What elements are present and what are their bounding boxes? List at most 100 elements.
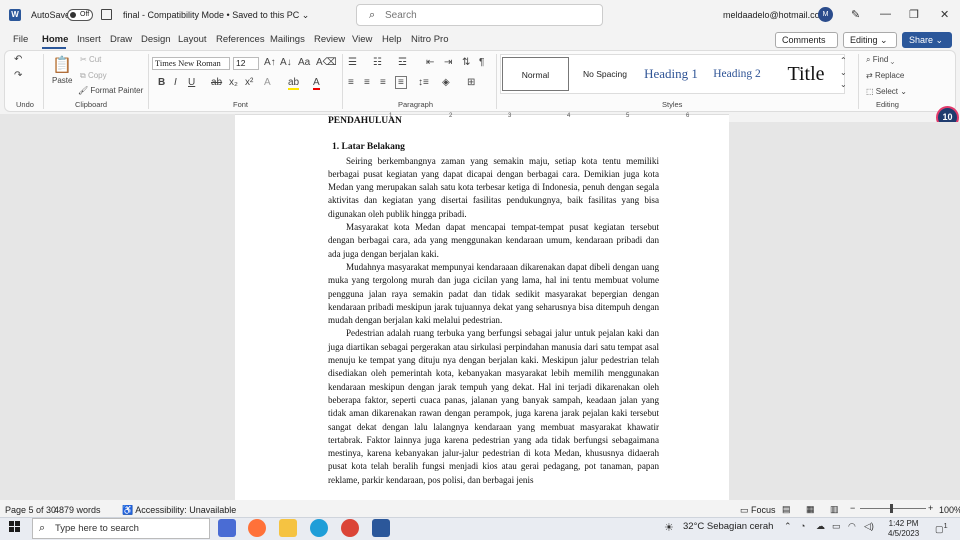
multilevel-list-icon[interactable]: ☲	[398, 57, 407, 68]
taskbar-search[interactable]: ⌕ Type here to search	[32, 518, 210, 539]
font-name-select[interactable]: Times New Roman	[152, 57, 230, 70]
volume-icon[interactable]: ◁)	[864, 521, 874, 532]
italic-icon[interactable]: I	[174, 77, 177, 88]
zoom-in-icon[interactable]: +	[928, 503, 933, 513]
styles-scroll-up-icon[interactable]: ⌃	[840, 56, 847, 65]
increase-indent-icon[interactable]: ⇥	[444, 57, 452, 68]
decrease-indent-icon[interactable]: ⇤	[426, 57, 434, 68]
select-button[interactable]: ⬚ Select ⌄	[866, 87, 907, 96]
tab-draw[interactable]: Draw	[110, 34, 132, 45]
user-email[interactable]: meldaadelo@hotmail.com	[723, 10, 827, 20]
format-painter-button[interactable]: 🖌 Format Painter	[78, 86, 143, 95]
editing-mode-button[interactable]: Editing ⌄	[843, 32, 897, 48]
redo-icon[interactable]: ↷	[14, 70, 22, 81]
document-body[interactable]: PENDAHULUAN 1. Latar Belakang Seiring be…	[328, 116, 659, 487]
avatar[interactable]: M	[818, 7, 833, 22]
tab-help[interactable]: Help	[382, 34, 402, 45]
minimize-icon[interactable]: —	[880, 8, 891, 20]
tab-review[interactable]: Review	[314, 34, 345, 45]
highlight-icon[interactable]: ab	[288, 77, 300, 90]
show-hidden-icons-icon[interactable]: ⌃	[784, 521, 792, 532]
find-button[interactable]: ⌕ Find ⌄	[866, 55, 894, 65]
align-right-icon[interactable]: ≡	[380, 77, 386, 88]
chrome-icon[interactable]	[341, 519, 359, 537]
tab-layout[interactable]: Layout	[178, 34, 207, 45]
paste-icon[interactable]: 📋	[52, 55, 72, 75]
restore-icon[interactable]: ❐	[909, 8, 919, 21]
shading-icon[interactable]: ◈	[442, 77, 450, 88]
bold-icon[interactable]: B	[158, 77, 165, 88]
zoom-out-icon[interactable]: −	[850, 503, 855, 513]
cut-button[interactable]: ✂ Cut	[80, 55, 101, 64]
windows-start-icon[interactable]	[9, 521, 21, 533]
tab-insert[interactable]: Insert	[77, 34, 101, 45]
zoom-slider[interactable]	[860, 508, 926, 509]
change-case-icon[interactable]: Aa	[298, 57, 310, 68]
close-icon[interactable]: ✕	[940, 8, 949, 21]
document-title[interactable]: final - Compatibility Mode • Saved to th…	[123, 10, 309, 21]
tab-file[interactable]: File	[13, 34, 28, 45]
grow-font-icon[interactable]: A↑	[264, 57, 276, 68]
underline-icon[interactable]: U	[188, 77, 195, 88]
firefox-icon[interactable]	[248, 519, 266, 537]
style-normal[interactable]: Normal	[502, 57, 569, 91]
clear-format-icon[interactable]: A⌫	[316, 57, 337, 68]
tray-app-icon[interactable]: ◔	[800, 521, 805, 531]
superscript-icon[interactable]: x²	[245, 77, 253, 88]
justify-icon[interactable]: ≡	[395, 76, 407, 89]
search-input[interactable]	[385, 8, 585, 22]
align-center-icon[interactable]: ≡	[364, 77, 370, 88]
tab-mailings[interactable]: Mailings	[270, 34, 305, 45]
edge-icon[interactable]	[310, 519, 328, 537]
zoom-slider-thumb[interactable]	[890, 504, 893, 513]
align-left-icon[interactable]: ≡	[348, 77, 354, 88]
focus-button[interactable]: ▭ Focus	[740, 505, 776, 516]
comments-button[interactable]: Comments	[775, 32, 838, 48]
paste-label[interactable]: Paste	[52, 76, 72, 85]
line-spacing-icon[interactable]: ↕≡	[418, 77, 429, 88]
style-no-spacing[interactable]: No Spacing	[575, 57, 635, 91]
wifi-icon[interactable]: ◠	[848, 521, 856, 532]
sort-icon[interactable]: ⇅	[462, 57, 470, 68]
share-button[interactable]: Share ⌄	[902, 32, 952, 48]
print-layout-icon[interactable]: ▦	[806, 504, 815, 515]
pen-icon[interactable]: ✎	[851, 8, 860, 21]
cloud-icon[interactable]: ☁	[816, 521, 825, 532]
tab-references[interactable]: References	[216, 34, 265, 45]
battery-icon[interactable]: ▭	[832, 521, 841, 532]
autosave-toggle[interactable]: Off	[67, 9, 93, 21]
style-heading-1[interactable]: Heading 1	[638, 57, 704, 91]
subscript-icon[interactable]: x₂	[229, 77, 238, 88]
word-taskbar-icon[interactable]	[372, 519, 390, 537]
web-layout-icon[interactable]: ▥	[830, 504, 839, 515]
styles-scroll-down-icon[interactable]: ⌄	[840, 68, 847, 77]
read-mode-icon[interactable]: ▤	[782, 504, 791, 515]
zoom-level[interactable]: 100%	[939, 505, 960, 515]
font-color-icon[interactable]: A	[313, 77, 320, 90]
tab-home[interactable]: Home	[42, 34, 68, 45]
show-marks-icon[interactable]: ¶	[479, 57, 484, 68]
undo-icon[interactable]: ↶	[14, 54, 22, 65]
borders-icon[interactable]: ⊞	[467, 77, 475, 88]
numbering-icon[interactable]: ☷	[373, 57, 382, 68]
shrink-font-icon[interactable]: A↓	[280, 57, 292, 68]
style-title[interactable]: Title	[772, 57, 840, 91]
tab-view[interactable]: View	[352, 34, 372, 45]
font-size-select[interactable]: 12	[233, 57, 259, 70]
weather-text[interactable]: 32°C Sebagian cerah	[683, 521, 773, 532]
tab-design[interactable]: Design	[141, 34, 171, 45]
search-box[interactable]: ⌕	[356, 4, 603, 26]
app-icon[interactable]	[218, 519, 236, 537]
replace-button[interactable]: ⇄ Replace	[866, 71, 904, 80]
save-icon[interactable]	[101, 9, 112, 20]
clock[interactable]: 1:42 PM 4/5/2023	[888, 519, 919, 539]
styles-more-icon[interactable]: ⌄	[840, 80, 847, 89]
file-explorer-icon[interactable]	[279, 519, 297, 537]
bullets-icon[interactable]: ☰	[348, 57, 357, 68]
accessibility-status[interactable]: ♿ Accessibility: Unavailable	[122, 505, 236, 516]
copy-button[interactable]: ⧉ Copy	[80, 71, 107, 81]
style-heading-2[interactable]: Heading 2	[708, 57, 766, 91]
page-count[interactable]: Page 5 of 30	[5, 505, 56, 515]
word-count[interactable]: 4879 words	[54, 505, 101, 515]
strikethrough-icon[interactable]: ab	[211, 77, 222, 88]
